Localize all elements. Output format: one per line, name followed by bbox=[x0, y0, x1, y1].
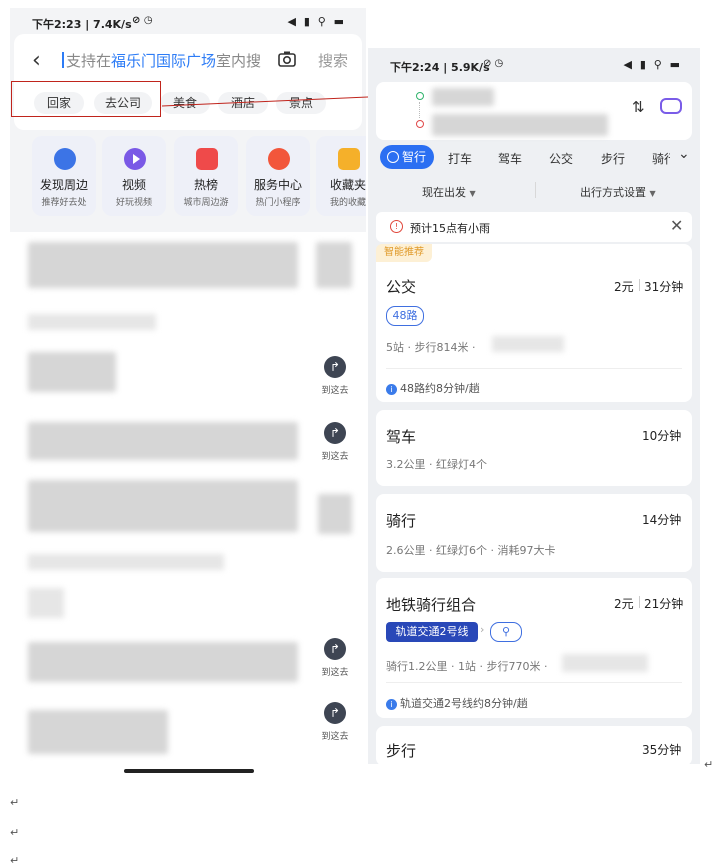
paragraph-mark: ↵ bbox=[10, 796, 20, 809]
route-detail: 骑行1.2公里 · 1站 · 步行770米 · bbox=[386, 660, 548, 673]
status-icons: ⊘ ◷ bbox=[483, 58, 504, 69]
depart-time[interactable]: 现在出发 ▼ bbox=[422, 184, 476, 200]
route-card-drive[interactable]: 驾车 10分钟 3.2公里 · 红绿灯4个 bbox=[376, 410, 692, 486]
bus-line-tag: 48路 bbox=[386, 306, 424, 326]
route-detail: 2.6公里 · 红绿灯6个 · 消耗97大卡 bbox=[386, 544, 556, 557]
route-card-walk[interactable]: 步行 35分钟 bbox=[376, 726, 692, 764]
route-inputs: ⇅ bbox=[376, 82, 692, 140]
tab-bus[interactable]: 公交 bbox=[549, 150, 573, 167]
route-info: i 轨道交通2号线约8分钟/趟 bbox=[386, 695, 528, 711]
route-detail-redacted bbox=[562, 654, 648, 672]
end-dot-icon bbox=[416, 120, 424, 128]
divider bbox=[535, 182, 536, 198]
route-connector bbox=[419, 102, 421, 118]
route-info: i 48路约8分钟/趟 bbox=[386, 380, 480, 396]
route-price: 2元 bbox=[614, 597, 634, 611]
status-bar: 下午2:24 | 5.9K/s ⊘ ◷ ◀ ▮ ⚲ ▬ bbox=[368, 48, 700, 76]
bike-icon: ⚲ bbox=[490, 622, 522, 642]
end-input[interactable] bbox=[432, 114, 608, 136]
start-dot-icon bbox=[416, 92, 424, 100]
warning-icon: ! bbox=[390, 220, 403, 233]
route-detail: 3.2公里 · 红绿灯4个 bbox=[386, 458, 487, 471]
route-price: 2元 bbox=[614, 280, 634, 294]
tab-bike[interactable]: 骑行 bbox=[652, 150, 670, 167]
divider bbox=[639, 279, 640, 291]
route-duration: 10分钟 bbox=[642, 429, 682, 443]
route-duration: 14分钟 bbox=[642, 513, 682, 527]
route-title: 地铁骑行组合 bbox=[386, 596, 477, 614]
swap-icon[interactable]: ⇅ bbox=[632, 98, 645, 116]
divider bbox=[386, 368, 682, 369]
travel-mode-tabs: 智行 打车 驾车 公交 步行 骑行 ⌄ bbox=[368, 142, 700, 174]
start-input[interactable] bbox=[432, 88, 494, 106]
route-detail: 5站 · 步行814米 · bbox=[386, 341, 476, 354]
tab-walk[interactable]: 步行 bbox=[601, 150, 625, 167]
route-duration: 21分钟 bbox=[644, 597, 684, 611]
options-bar: 现在出发 ▼ 出行方式设置 ▼ bbox=[368, 178, 700, 204]
chevron-right-icon: › bbox=[480, 623, 485, 636]
info-icon: i bbox=[386, 384, 397, 395]
travel-settings[interactable]: 出行方式设置 ▼ bbox=[580, 184, 656, 200]
route-card-bike[interactable]: 骑行 14分钟 2.6公里 · 红绿灯6个 · 消耗97大卡 bbox=[376, 494, 692, 572]
tab-taxi[interactable]: 打车 bbox=[448, 150, 472, 167]
route-title: 公交 bbox=[386, 278, 417, 296]
route-card-bus[interactable]: 智能推荐 公交 2元 31分钟 48路 5站 · 步行814米 · i 48路约8… bbox=[376, 244, 692, 402]
route-duration: 35分钟 bbox=[642, 743, 682, 757]
weather-banner: ! 预计15点有小雨 ✕ bbox=[376, 212, 692, 242]
paragraph-mark: ↵ bbox=[704, 758, 714, 771]
info-icon: i bbox=[386, 699, 397, 710]
paragraph-mark: ↵ bbox=[10, 854, 20, 867]
chevron-down-icon[interactable]: ⌄ bbox=[678, 146, 690, 162]
route-title: 驾车 bbox=[386, 428, 417, 446]
route-duration: 31分钟 bbox=[644, 280, 684, 294]
weather-text: 预计15点有小雨 bbox=[410, 222, 490, 235]
route-card-combo[interactable]: 地铁骑行组合 2元 21分钟 轨道交通2号线 › ⚲ 骑行1.2公里 · 1站 … bbox=[376, 578, 692, 718]
route-title: 步行 bbox=[386, 742, 417, 760]
paragraph-mark: ↵ bbox=[10, 826, 20, 839]
close-icon[interactable]: ✕ bbox=[670, 216, 683, 235]
right-phone-screen: 下午2:24 | 5.9K/s ⊘ ◷ ◀ ▮ ⚲ ▬ ‹ ⇅ 智行 打车 驾车… bbox=[368, 48, 700, 764]
recommend-badge: 智能推荐 bbox=[376, 244, 432, 262]
divider bbox=[386, 682, 682, 683]
tab-smart[interactable]: 智行 bbox=[380, 145, 434, 169]
tab-drive[interactable]: 驾车 bbox=[498, 150, 522, 167]
divider bbox=[639, 596, 640, 608]
route-detail-redacted bbox=[492, 336, 564, 352]
clock-icon bbox=[387, 151, 399, 163]
more-icon[interactable] bbox=[660, 98, 682, 114]
route-title: 骑行 bbox=[386, 512, 417, 530]
status-right-icons: ◀ ▮ ⚲ ▬ bbox=[623, 58, 682, 71]
status-time: 下午2:24 | 5.9K/s bbox=[390, 61, 490, 74]
subway-line-tag: 轨道交通2号线 bbox=[386, 622, 478, 642]
